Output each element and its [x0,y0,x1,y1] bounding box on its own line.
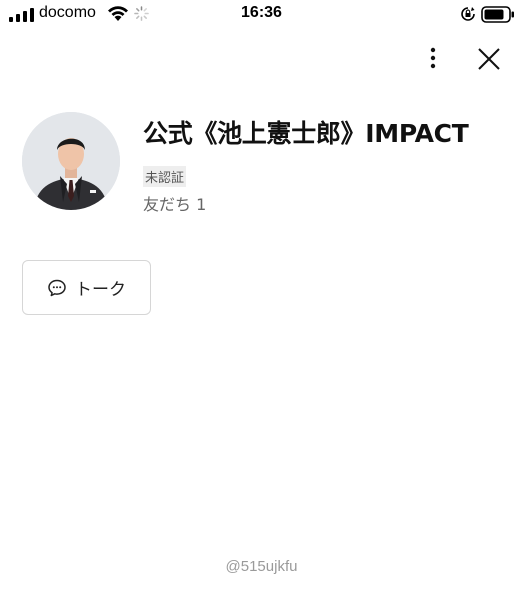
more-vertical-icon [430,47,436,69]
status-time: 16:36 [241,4,282,21]
friend-count[interactable]: 友だち 1 [143,191,206,215]
talk-button-label: トーク [75,280,126,300]
account-handle: @515ujkfu [225,558,298,575]
rotation-lock-icon [461,7,475,21]
status-bar: docomo 16:36 [0,0,523,30]
profile-name: 公式《池上憲士郎》IMPACT [143,119,469,148]
close-button[interactable] [474,44,504,74]
verification-badge: 未認証 [143,166,187,187]
more-menu-button[interactable] [419,44,447,72]
close-icon [478,48,500,70]
talk-button[interactable]: トーク [22,260,151,315]
profile-avatar[interactable] [22,112,120,210]
person-photo [22,112,120,210]
chat-bubble-icon [48,279,66,296]
battery-icon [481,6,514,23]
